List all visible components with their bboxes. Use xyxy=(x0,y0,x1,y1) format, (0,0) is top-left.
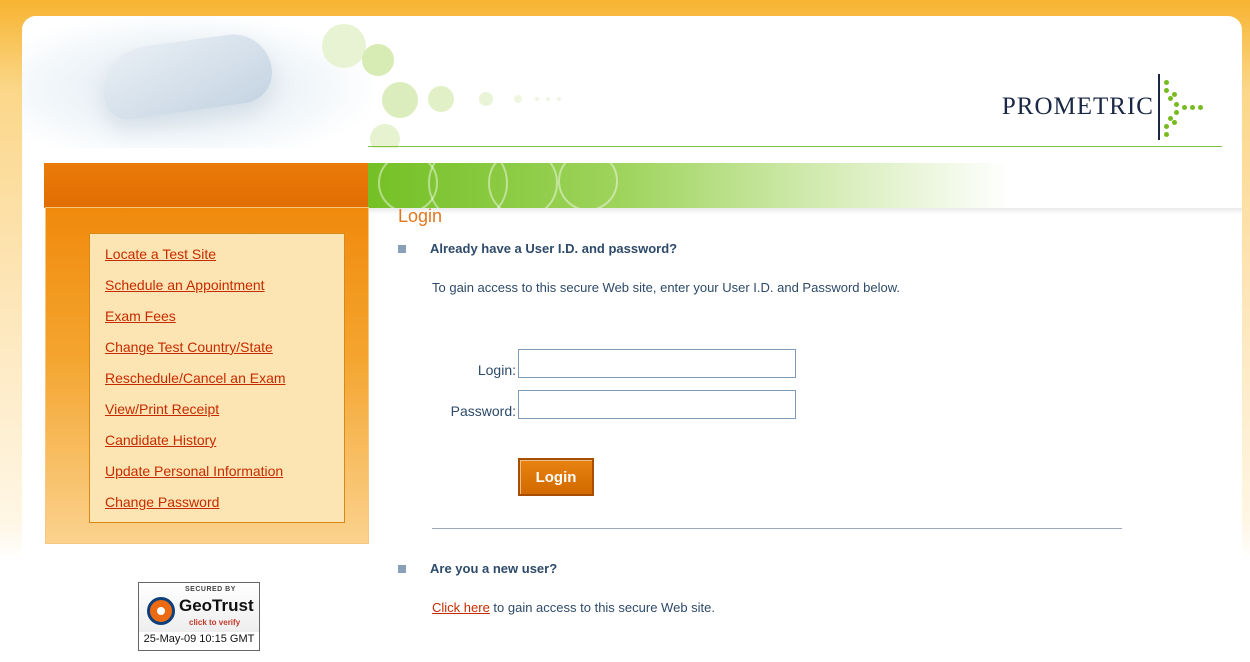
sidebar-item-locate-test-site: Locate a Test Site xyxy=(105,242,344,273)
sidebar-item-history: Candidate History xyxy=(105,428,344,459)
decor-dot xyxy=(514,95,522,103)
login-label: Login: xyxy=(477,362,516,378)
sidebar-item-reschedule: Reschedule/Cancel an Exam xyxy=(105,366,344,397)
sidebar-nav-box: Locate a Test Site Schedule an Appointme… xyxy=(89,233,345,523)
hand-shape xyxy=(97,29,277,123)
bullet-icon xyxy=(398,244,406,253)
sidebar: Locate a Test Site Schedule an Appointme… xyxy=(45,207,369,544)
decor-dot xyxy=(535,97,539,101)
existing-user-heading: Already have a User I.D. and password? xyxy=(430,241,678,256)
new-user-text: to gain access to this secure Web site. xyxy=(489,600,715,615)
geotrust-seal[interactable]: SECURED BY GeoTrust click to verify 25-M… xyxy=(138,582,260,651)
change-password-link[interactable]: Change Password xyxy=(105,494,219,510)
existing-user-intro: To gain access to this secure Web site, … xyxy=(432,280,900,295)
decor-dot xyxy=(362,44,394,76)
sidebar-item-exam-fees: Exam Fees xyxy=(105,304,344,335)
decor-dot xyxy=(322,24,366,68)
geotrust-top: SECURED BY GeoTrust click to verify xyxy=(139,583,259,632)
decor-dot xyxy=(479,92,493,106)
decor-dot xyxy=(370,124,400,148)
update-personal-info-link[interactable]: Update Personal Information xyxy=(105,463,283,479)
header-banner: PROMETRIC xyxy=(22,16,1242,148)
view-print-receipt-link[interactable]: View/Print Receipt xyxy=(105,401,219,417)
change-country-link[interactable]: Change Test Country/State xyxy=(105,339,273,355)
login-input[interactable] xyxy=(518,349,796,378)
reschedule-cancel-link[interactable]: Reschedule/Cancel an Exam xyxy=(105,370,286,386)
prometric-logo[interactable]: PROMETRIC xyxy=(1002,74,1216,140)
new-user-text-line: Click here to gain access to this secure… xyxy=(432,600,715,615)
sidebar-item-schedule-appointment: Schedule an Appointment xyxy=(105,273,344,304)
password-label: Password: xyxy=(450,403,516,419)
section-divider xyxy=(432,528,1122,529)
green-banner-bar xyxy=(368,163,1222,208)
candidate-history-link[interactable]: Candidate History xyxy=(105,432,216,448)
sidebar-item-update-info: Update Personal Information xyxy=(105,459,344,490)
click-here-link[interactable]: Click here xyxy=(432,600,490,615)
sidebar-item-change-password: Change Password xyxy=(105,490,344,521)
decor-dot xyxy=(546,97,550,101)
page-title: Login xyxy=(398,206,443,226)
existing-user-section: Already have a User I.D. and password? xyxy=(398,241,1238,256)
geotrust-logo-icon xyxy=(147,597,175,625)
hand-keyboard-image xyxy=(22,16,372,148)
password-input[interactable] xyxy=(518,390,796,419)
decor-dot xyxy=(557,97,561,101)
password-row: Password: xyxy=(398,390,796,419)
sidebar-item-change-country: Change Test Country/State xyxy=(105,335,344,366)
login-row: Login: xyxy=(398,349,796,378)
decor-dot xyxy=(382,82,418,118)
new-user-section: Are you a new user? Click here to gain a… xyxy=(398,561,715,615)
login-button[interactable]: Login xyxy=(518,458,594,496)
header-divider xyxy=(368,146,1222,147)
geotrust-name: GeoTrust xyxy=(179,596,254,615)
schedule-appointment-link[interactable]: Schedule an Appointment xyxy=(105,277,265,293)
main-content: Login Already have a User I.D. and passw… xyxy=(398,206,1238,615)
sidebar-item-receipt: View/Print Receipt xyxy=(105,397,344,428)
sidebar-nav: Locate a Test Site Schedule an Appointme… xyxy=(90,234,344,521)
logo-text: PROMETRIC xyxy=(1001,93,1154,120)
geotrust-verify: click to verify xyxy=(189,618,241,627)
new-user-heading: Are you a new user? xyxy=(430,561,558,576)
locate-test-site-link[interactable]: Locate a Test Site xyxy=(105,246,216,262)
exam-fees-link[interactable]: Exam Fees xyxy=(105,308,176,324)
geotrust-date: 25-May-09 10:15 GMT xyxy=(143,633,255,645)
geotrust-secured-by: SECURED BY xyxy=(185,586,236,593)
new-user-head: Are you a new user? xyxy=(398,561,715,576)
bullet-icon xyxy=(398,564,406,573)
logo-mark-icon xyxy=(1158,74,1216,140)
orange-banner-bar xyxy=(44,163,368,208)
decor-dot xyxy=(428,86,454,112)
